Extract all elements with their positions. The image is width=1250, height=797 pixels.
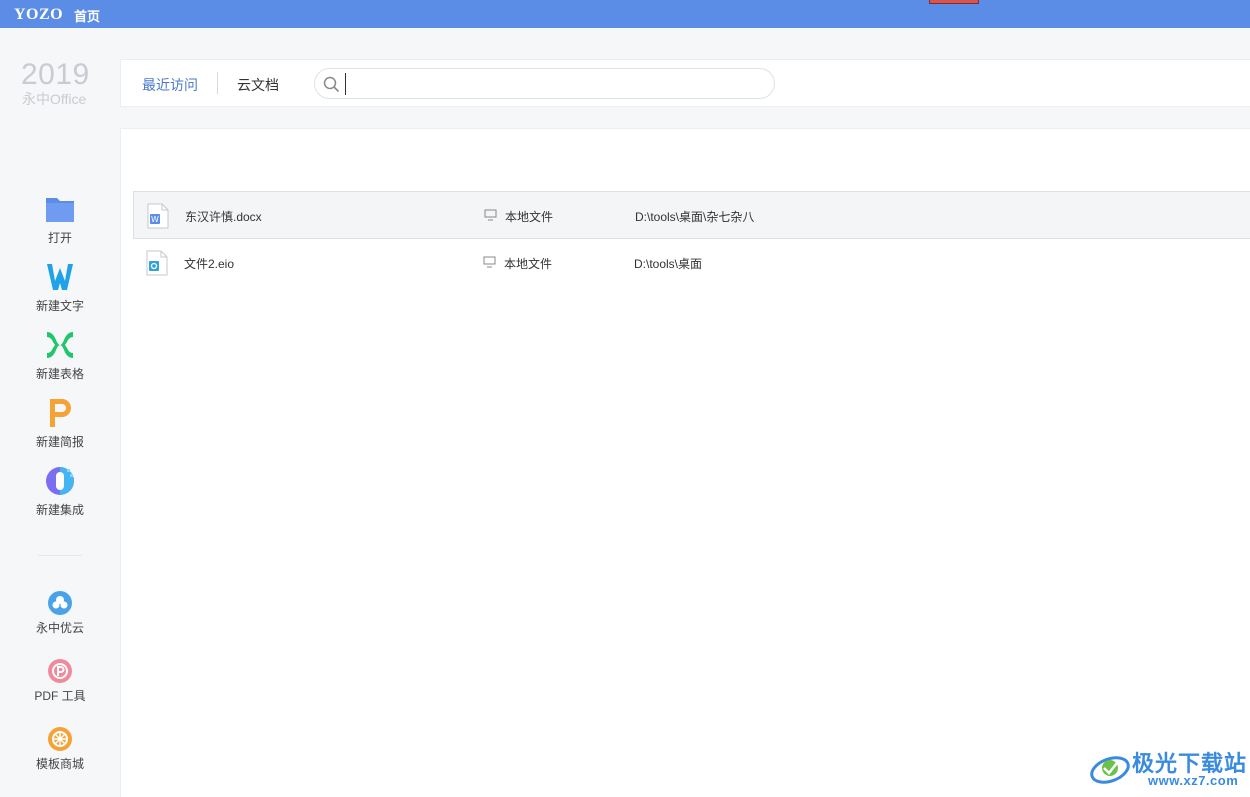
template-store-label: 模板商城 xyxy=(35,757,84,771)
new-spreadsheet-button[interactable]: 新建表格 xyxy=(20,328,100,388)
header-bar: 最近访问 云文档 xyxy=(120,59,1250,107)
computer-icon xyxy=(483,256,496,268)
new-document-button[interactable]: 新建文字 xyxy=(20,260,100,320)
search-icon[interactable] xyxy=(323,76,340,93)
cloud-icon xyxy=(48,591,72,615)
file-name: 东汉许慎.docx xyxy=(185,210,262,224)
watermark-logo-icon xyxy=(1090,756,1130,784)
pdf-icon xyxy=(48,659,72,683)
file-name: 文件2.eio xyxy=(184,257,235,271)
sidebar: 2019 永中Office 打开 新建文字 新建表格 新建简报 新建集成 永中优… xyxy=(0,28,120,797)
pdf-tools-label: PDF 工具 xyxy=(34,689,86,703)
pdf-tools-button[interactable]: PDF 工具 xyxy=(20,658,100,718)
file-path: D:\tools\桌面\杂七杂八 xyxy=(635,210,755,224)
open-label: 打开 xyxy=(47,231,72,245)
tab-cloud-docs[interactable]: 云文档 xyxy=(237,75,279,95)
file-location: 本地文件 xyxy=(505,210,554,224)
file-path: D:\tools\桌面 xyxy=(634,257,703,271)
yozo-cloud-label: 永中优云 xyxy=(35,621,84,635)
search-input[interactable] xyxy=(345,73,765,95)
new-document-label: 新建文字 xyxy=(35,299,84,313)
new-integrated-label: 新建集成 xyxy=(35,503,84,517)
word-w-icon xyxy=(47,264,73,290)
new-presentation-button[interactable]: 新建简报 xyxy=(20,396,100,456)
brand-year: 2019 xyxy=(21,58,90,91)
presentation-p-icon xyxy=(50,399,71,427)
file-location: 本地文件 xyxy=(504,257,553,271)
yozo-logo: YOZO xyxy=(14,6,64,23)
new-integrated-button[interactable]: 新建集成 xyxy=(20,464,100,524)
template-store-icon xyxy=(48,727,72,751)
home-tab[interactable]: 首页 xyxy=(74,6,100,25)
new-presentation-label: 新建简报 xyxy=(35,435,84,449)
tab-separator xyxy=(217,72,218,94)
file-row[interactable]: W 东汉许慎.docx 本地文件 D:\tools\桌面\杂七杂八 xyxy=(133,191,1250,239)
folder-icon xyxy=(46,198,74,222)
brand-name: 永中Office xyxy=(22,91,87,107)
watermark-url: www.xz7.com xyxy=(1148,773,1239,788)
svg-text:W: W xyxy=(151,215,159,224)
sidebar-divider xyxy=(38,555,82,556)
computer-icon xyxy=(484,209,497,221)
file-row[interactable]: 文件2.eio 本地文件 D:\tools\桌面 xyxy=(133,239,1250,287)
eio-file-icon xyxy=(146,250,168,276)
yozo-cloud-button[interactable]: 永中优云 xyxy=(20,590,100,650)
title-bar: YOZO 首页 xyxy=(0,0,1250,28)
spreadsheet-x-icon xyxy=(47,332,73,358)
open-button[interactable]: 打开 xyxy=(20,192,100,252)
watermark: 极光下载站 www.xz7.com xyxy=(1088,742,1248,794)
word-file-icon: W xyxy=(147,203,169,229)
window-control-mark[interactable] xyxy=(929,0,979,4)
tab-recent[interactable]: 最近访问 xyxy=(142,75,198,95)
new-spreadsheet-label: 新建表格 xyxy=(35,367,84,381)
search-box[interactable] xyxy=(314,68,775,99)
recent-files-panel: W 东汉许慎.docx 本地文件 D:\tools\桌面\杂七杂八 文件2.ei… xyxy=(120,128,1250,797)
integrated-icon xyxy=(46,467,74,495)
template-store-button[interactable]: 模板商城 xyxy=(20,726,100,786)
